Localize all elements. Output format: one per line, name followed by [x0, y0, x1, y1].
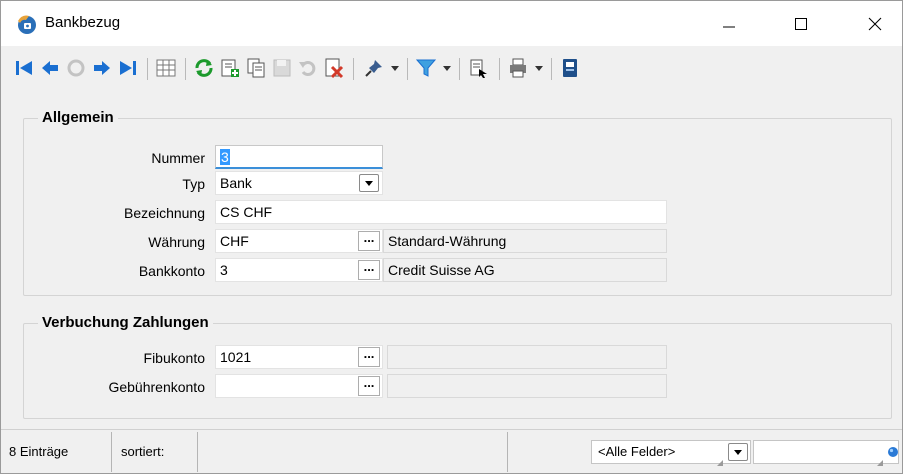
group-title-allgemein: Allgemein: [38, 109, 118, 126]
fibukonto-description: [387, 345, 667, 369]
maximize-icon: [795, 17, 807, 30]
delete-record-icon[interactable]: [323, 57, 345, 79]
window-title: Bankbezug: [45, 14, 121, 31]
pin-icon[interactable]: [363, 57, 385, 79]
minimize-icon: [723, 26, 735, 27]
prev-record-icon[interactable]: [39, 57, 61, 79]
waehrung-value: CHF: [220, 233, 249, 249]
save-disabled-icon: [273, 59, 291, 77]
group-verbuchung: Verbuchung Zahlungen: [23, 314, 892, 419]
label-fibukonto: Fibukonto: [143, 350, 205, 366]
group-title-verbuchung: Verbuchung Zahlungen: [38, 314, 213, 331]
field-filter-select[interactable]: <Alle Felder>: [591, 440, 751, 464]
gebuehrenkonto-description: [387, 374, 667, 398]
gebuehrenkonto-lookup-button[interactable]: ...: [358, 376, 380, 396]
typ-dropdown-button[interactable]: [359, 174, 379, 192]
first-record-icon[interactable]: [13, 57, 35, 79]
bankkonto-description: Credit Suisse AG: [383, 258, 667, 282]
record-count: 8 Einträge: [9, 444, 69, 459]
bezeichnung-value: CS CHF: [220, 204, 273, 220]
typ-select[interactable]: Bank: [215, 171, 383, 195]
print-icon[interactable]: [507, 57, 529, 79]
minimize-button[interactable]: [701, 1, 757, 46]
undo-disabled-icon: [67, 59, 85, 77]
label-nummer: Nummer: [151, 150, 205, 166]
new-record-icon[interactable]: [219, 57, 241, 79]
label-gebuehrenkonto: Gebührenkonto: [108, 379, 205, 395]
refresh-icon[interactable]: [193, 57, 215, 79]
copy-record-icon[interactable]: [245, 57, 267, 79]
resize-grip-icon: [717, 460, 723, 466]
next-record-icon[interactable]: [91, 57, 113, 79]
field-filter-value: <Alle Felder>: [598, 444, 676, 459]
label-bankkonto: Bankkonto: [138, 263, 205, 279]
table-view-icon[interactable]: [155, 57, 177, 79]
export-icon[interactable]: [467, 57, 489, 79]
fibukonto-value: 1021: [220, 349, 252, 365]
waehrung-description: Standard-Währung: [383, 229, 667, 253]
field-filter-dropdown-button[interactable]: [728, 443, 748, 461]
label-waehrung: Währung: [148, 234, 205, 250]
waehrung-lookup-button[interactable]: ...: [358, 231, 380, 251]
last-record-icon[interactable]: [117, 57, 139, 79]
toolbar: [1, 46, 902, 92]
bank-app-icon: [18, 15, 36, 34]
filter-icon[interactable]: [415, 57, 437, 79]
sort-label: sortiert:: [121, 444, 165, 459]
label-typ: Typ: [182, 176, 205, 192]
bankkonto-description-text: Credit Suisse AG: [388, 262, 495, 278]
bankkonto-value: 3: [220, 262, 228, 278]
resize-grip-icon: [877, 460, 883, 466]
bezeichnung-field[interactable]: CS CHF: [215, 200, 667, 224]
close-icon: [868, 17, 882, 30]
title-bar: Bankbezug: [1, 1, 902, 46]
status-bar: 8 Einträge sortiert: <Alle Felder>: [1, 429, 902, 473]
undo-icon: [299, 61, 316, 76]
close-button[interactable]: [847, 1, 903, 46]
bankkonto-lookup-button[interactable]: ...: [358, 260, 380, 280]
typ-value: Bank: [220, 175, 252, 191]
fibukonto-lookup-button[interactable]: ...: [358, 347, 380, 367]
label-bezeichnung: Bezeichnung: [124, 205, 205, 221]
window: Bankbezug Allgemein Nummer 3 Typ Bank Be…: [0, 0, 903, 474]
nummer-value: 3: [220, 149, 230, 165]
maximize-button[interactable]: [773, 1, 829, 46]
waehrung-description-text: Standard-Währung: [388, 233, 507, 249]
search-globe-icon[interactable]: [887, 446, 899, 458]
form-icon[interactable]: [559, 57, 581, 79]
nummer-field[interactable]: 3: [215, 145, 383, 169]
